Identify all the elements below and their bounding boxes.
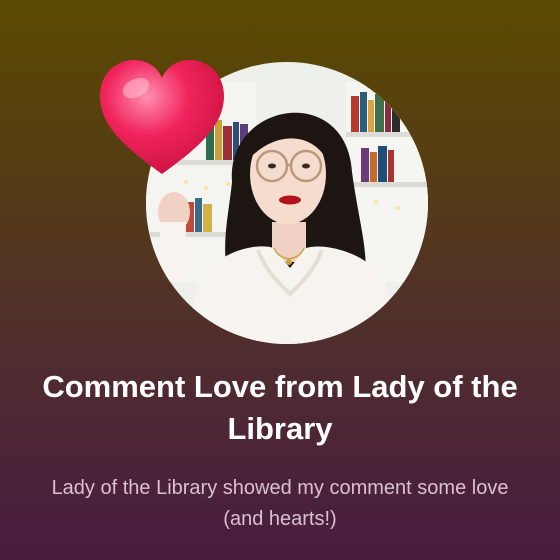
notification-subtitle: Lady of the Library showed my comment so… [51,477,509,530]
heart-icon [100,60,224,174]
notification-card[interactable]: Comment Love from Lady of the Library La… [0,0,560,560]
notification-title: Comment Love from Lady of the Library [42,369,518,446]
